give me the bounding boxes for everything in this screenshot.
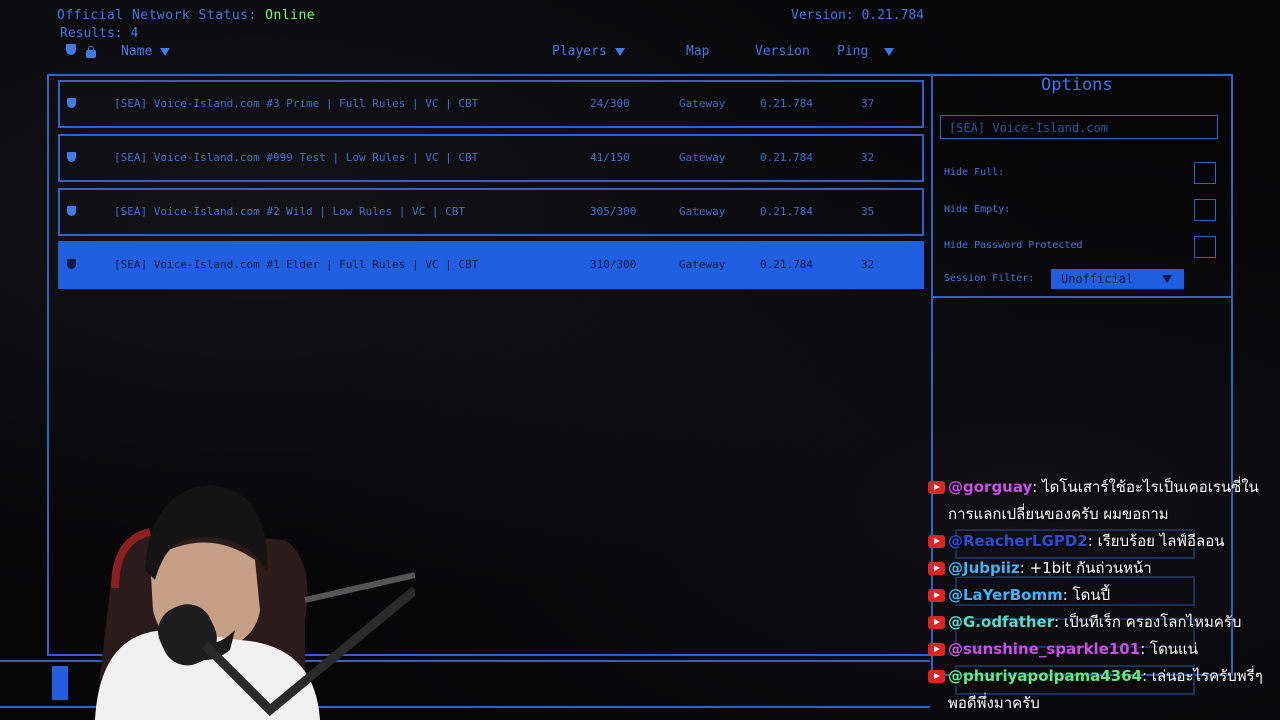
hide-empty-label: Hide Empty:: [944, 204, 1011, 215]
youtube-icon: [928, 670, 945, 683]
chevron-down-icon: [884, 47, 895, 56]
server-ping: 37: [861, 97, 875, 110]
server-row-selected[interactable]: [SEA] Voice-Island.com #1 Elder | Full R…: [58, 241, 924, 289]
server-ping: 32: [861, 258, 875, 271]
sort-ping-header[interactable]: Ping: [837, 44, 895, 59]
server-name: [SEA] Voice-Island.com #3 Prime | Full R…: [114, 97, 479, 110]
youtube-icon: [928, 616, 945, 629]
sort-version-header[interactable]: Version: [755, 44, 810, 59]
network-status-value: Online: [265, 8, 316, 23]
chat-text: : เรียบร้อย ไลฟ์อีลอน: [1087, 532, 1225, 550]
options-panel: [931, 74, 1233, 298]
chat-text: : โดนปี้: [1062, 586, 1111, 604]
session-filter-value: Unofficial: [1061, 272, 1134, 286]
server-version: 0.21.784: [760, 258, 813, 271]
chevron-down-icon: [160, 47, 171, 56]
chat-text: : เป็นทีเร็ก ครองโลกไหมครับ: [1054, 613, 1242, 631]
server-row[interactable]: [SEA] Voice-Island.com #3 Prime | Full R…: [58, 80, 924, 128]
server-map: Gateway: [679, 258, 726, 271]
session-filter-select[interactable]: Unofficial: [1051, 269, 1184, 289]
chat-text: : +1bit กันถ่วนหน้า: [1019, 559, 1152, 577]
server-map: Gateway: [679, 205, 726, 218]
chat-message: @LaYerBomm: โดนปี้: [924, 582, 1280, 609]
hide-full-label: Hide Full:: [944, 167, 1005, 178]
hide-empty-checkbox[interactable]: [1194, 199, 1216, 221]
chat-user: @phuriyapolpama4364: [948, 667, 1143, 685]
game-version: Version: 0.21.784: [791, 8, 925, 23]
streamer-webcam: [95, 485, 415, 720]
shield-icon: [67, 206, 76, 216]
server-ping: 35: [861, 205, 875, 218]
chat-user: @gorguay: [948, 478, 1033, 496]
server-map: Gateway: [679, 97, 726, 110]
youtube-icon: [928, 535, 945, 548]
server-name: [SEA] Voice-Island.com #1 Elder | Full R…: [114, 258, 479, 271]
youtube-icon: [928, 562, 945, 575]
server-name: [SEA] Voice-Island.com #2 Wild | Low Rul…: [114, 205, 465, 218]
server-version: 0.21.784: [760, 205, 813, 218]
chevron-down-icon: [1162, 275, 1172, 283]
chat-message: @ReacherLGPD2: เรียบร้อย ไลฟ์อีลอน: [924, 528, 1280, 555]
shield-filter-icon[interactable]: [66, 44, 76, 59]
server-name: [SEA] Voice-Island.com #999 Test | Low R…: [114, 151, 479, 164]
server-map: Gateway: [679, 151, 726, 164]
results-count: Results: 4: [60, 26, 139, 41]
youtube-icon: [928, 481, 945, 494]
chat-message: @gorguay: ไดโนเสาร์ใช้อะไรเป็นเคอเรนซี่ใ…: [924, 474, 1280, 528]
chat-message: @sunshine_sparkle101: โดนแน่: [924, 636, 1280, 663]
chat-user: @Jubpiiz: [948, 559, 1020, 577]
server-row[interactable]: [SEA] Voice-Island.com #999 Test | Low R…: [58, 134, 924, 182]
server-players: 24/300: [590, 97, 630, 110]
session-filter-label: Session Filter:: [944, 273, 1035, 284]
shield-icon: [67, 259, 76, 269]
chat-user: @ReacherLGPD2: [948, 532, 1088, 550]
hide-password-label: Hide Password Protected: [944, 240, 1083, 251]
hide-password-checkbox[interactable]: [1194, 236, 1216, 258]
server-version: 0.21.784: [760, 151, 813, 164]
chat-user: @G.odfather: [948, 613, 1055, 631]
chat-user: @LaYerBomm: [948, 586, 1063, 604]
options-title: Options: [1041, 75, 1113, 95]
sort-players-header[interactable]: Players: [552, 44, 625, 59]
server-players: 305/300: [590, 205, 637, 218]
chat-message: @phuriyapolpama4364: เล่นอะไรครับพรี่ๆ พ…: [924, 663, 1280, 717]
chat-message: @G.odfather: เป็นทีเร็ก ครองโลกไหมครับ: [924, 609, 1280, 636]
header-players-label: Players: [552, 44, 607, 59]
chat-text: : โดนแน่: [1140, 640, 1198, 658]
live-chat: @gorguay: ไดโนเสาร์ใช้อะไรเป็นเคอเรนซี่ใ…: [924, 474, 1280, 717]
search-input[interactable]: [SEA] Voice-Island.com: [940, 115, 1218, 139]
sort-name-header[interactable]: Name: [121, 44, 171, 59]
server-players: 41/150: [590, 151, 630, 164]
network-status-label: Official Network Status:: [57, 8, 257, 23]
youtube-icon: [928, 643, 945, 656]
header-ping-label: Ping: [837, 44, 869, 59]
shield-icon: [67, 152, 76, 162]
network-status: Official Network Status: Online: [57, 8, 315, 23]
server-version: 0.21.784: [760, 97, 813, 110]
server-ping: 32: [861, 151, 875, 164]
chevron-down-icon: [614, 47, 625, 56]
chat-message: @Jubpiiz: +1bit กันถ่วนหน้า: [924, 555, 1280, 582]
lock-filter-icon[interactable]: [86, 46, 96, 62]
header-name-label: Name: [121, 44, 153, 59]
server-players: 310/300: [590, 258, 637, 271]
hide-full-checkbox[interactable]: [1194, 162, 1216, 184]
header-map-label: Map: [686, 44, 710, 59]
sort-map-header[interactable]: Map: [686, 44, 709, 59]
header-version-label: Version: [755, 44, 810, 59]
chat-user: @sunshine_sparkle101: [948, 640, 1141, 658]
server-row[interactable]: [SEA] Voice-Island.com #2 Wild | Low Rul…: [58, 188, 924, 236]
shield-icon: [67, 98, 76, 108]
youtube-icon: [928, 589, 945, 602]
